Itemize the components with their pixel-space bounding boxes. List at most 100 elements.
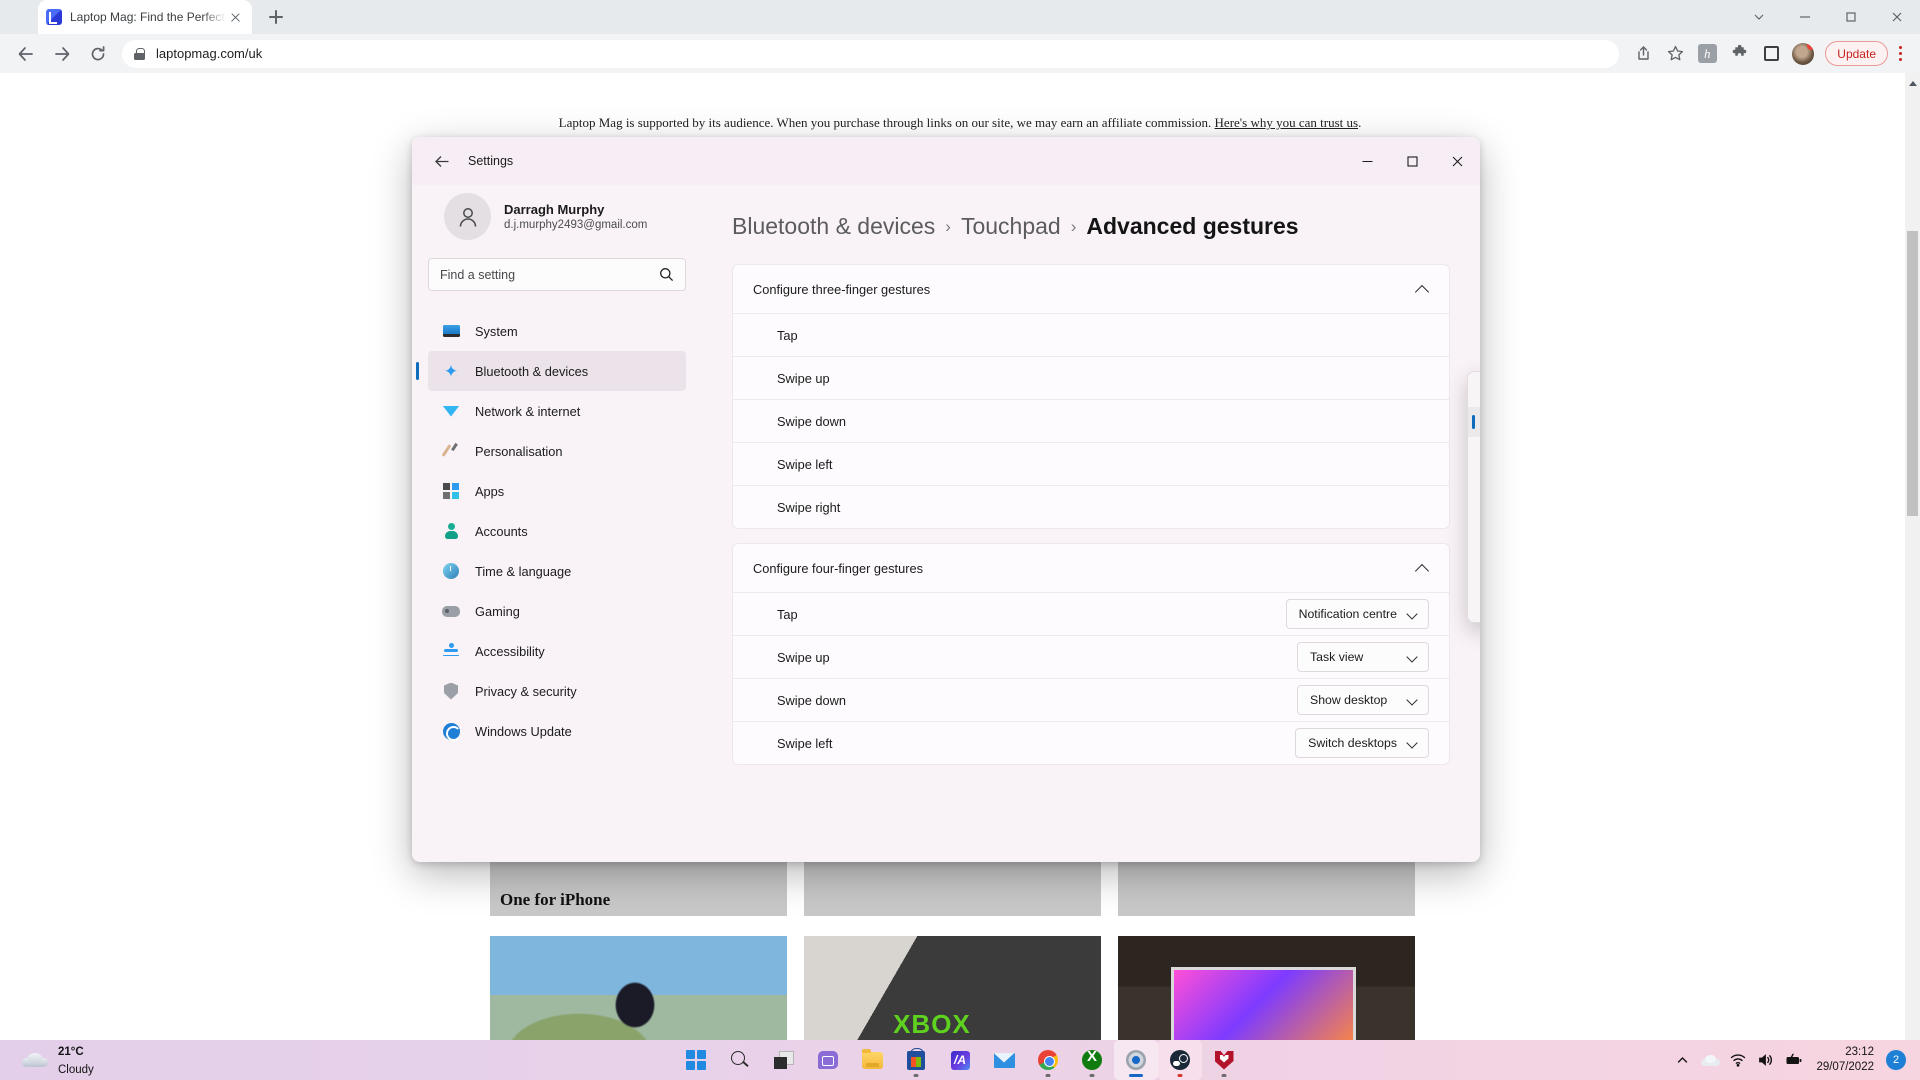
notification-badge[interactable]: 2 (1886, 1050, 1906, 1070)
close-icon[interactable] (1874, 0, 1920, 34)
sidebar-item-windows-update[interactable]: Windows Update (428, 711, 686, 751)
dropdown-value: Show desktop (1310, 693, 1388, 707)
steam-icon (1170, 1050, 1190, 1070)
chrome-button[interactable] (1026, 1040, 1070, 1080)
malwarebytes-button[interactable] (1202, 1040, 1246, 1080)
breadcrumb-separator: › (1070, 216, 1077, 236)
gesture-action-dropdown[interactable]: Task view (1297, 642, 1429, 672)
trust-link[interactable]: Here's why you can trust us (1215, 115, 1359, 130)
chat-icon (818, 1051, 838, 1069)
gesture-action-dropdown[interactable]: Notification centre (1285, 599, 1429, 629)
sidebar-item-gaming[interactable]: Gaming (428, 591, 686, 631)
back-arrow-icon[interactable] (426, 145, 458, 177)
maximize-icon[interactable] (1828, 0, 1874, 34)
microsoft-store-button[interactable] (894, 1040, 938, 1080)
chevron-down-icon[interactable] (1736, 0, 1782, 34)
side-panel-icon[interactable] (1757, 40, 1785, 68)
browser-tab[interactable]: Laptop Mag: Find the Perfect Lap (38, 0, 252, 34)
battery-icon[interactable] (1780, 1040, 1808, 1080)
profile-avatar[interactable] (1789, 40, 1817, 68)
sidebar-item-accessibility[interactable]: Accessibility (428, 631, 686, 671)
clock[interactable]: 23:12 29/07/2022 (1816, 1045, 1874, 1075)
settings-sidebar: Darragh Murphy d.j.murphy2493@gmail.com … (412, 185, 702, 862)
chevron-down-icon (1407, 609, 1418, 620)
wifi-icon[interactable] (1724, 1040, 1752, 1080)
settings-search-box[interactable] (428, 258, 686, 291)
file-explorer-button[interactable] (850, 1040, 894, 1080)
close-tab-icon[interactable] (226, 8, 244, 26)
gesture-action-dropdown[interactable]: Show desktop (1297, 685, 1429, 715)
back-button[interactable] (11, 39, 41, 69)
tray-date: 29/07/2022 (1816, 1061, 1874, 1073)
three-finger-section-header[interactable]: Configure three-finger gestures (733, 265, 1449, 313)
sidebar-item-system[interactable]: System (428, 311, 686, 351)
chrome-icon (1038, 1050, 1058, 1070)
article-card[interactable]: One for iPhone (490, 838, 787, 1040)
update-button[interactable]: Update (1825, 41, 1888, 66)
menu-item-middle-mouse-button[interactable]: Middle mouse button (1468, 497, 1480, 527)
breadcrumb-level2[interactable]: Touchpad (961, 213, 1061, 240)
settings-button[interactable] (1114, 1040, 1158, 1080)
share-icon[interactable] (1629, 40, 1657, 68)
steam-button[interactable] (1158, 1040, 1202, 1080)
breadcrumb-level1[interactable]: Bluetooth & devices (732, 213, 935, 240)
taskbar-search-button[interactable] (718, 1040, 762, 1080)
gesture-action-dropdown[interactable]: Switch desktops (1295, 728, 1429, 758)
menu-item-nothing[interactable]: Nothing (1468, 377, 1480, 407)
address-bar[interactable]: laptopmag.com/uk (122, 39, 1620, 68)
menu-item-custom-shortcut[interactable]: Custom shortcut (1468, 587, 1480, 617)
task-view-button[interactable] (762, 1040, 806, 1080)
user-profile[interactable]: Darragh Murphy d.j.murphy2493@gmail.com (428, 185, 686, 258)
network-icon (442, 402, 460, 420)
forward-button[interactable] (47, 39, 77, 69)
chevron-up-icon[interactable] (1416, 283, 1429, 296)
gesture-label: Swipe left (777, 456, 833, 472)
four-finger-section-header[interactable]: Configure four-finger gestures (733, 544, 1449, 592)
new-tab-button[interactable] (262, 3, 290, 31)
affiliate-text: Laptop Mag is supported by its audience.… (558, 115, 1212, 130)
sidebar-item-accounts[interactable]: Accounts (428, 511, 686, 551)
sidebar-item-network-internet[interactable]: Network & internet (428, 391, 686, 431)
sidebar-item-label: Accessibility (475, 643, 545, 659)
sidebar-item-bluetooth-devices[interactable]: ✦ Bluetooth & devices (416, 351, 686, 391)
sidebar-item-time-language[interactable]: Time & language (428, 551, 686, 591)
gesture-action-menu[interactable]: Nothing Open search Notification centre … (1467, 371, 1480, 623)
mail-button[interactable] (982, 1040, 1026, 1080)
windows-icon (686, 1050, 706, 1070)
scrollbar-thumb[interactable] (1907, 231, 1918, 516)
onedrive-cloud-icon[interactable] (1696, 1040, 1724, 1080)
chat-button[interactable] (806, 1040, 850, 1080)
xbox-button[interactable] (1070, 1040, 1114, 1080)
menu-item-open-search[interactable]: Open search (1468, 407, 1480, 437)
sidebar-item-privacy-security[interactable]: Privacy & security (428, 671, 686, 711)
article-card[interactable] (1118, 838, 1415, 1040)
weather-widget[interactable]: 21°C Cloudy (22, 1042, 94, 1078)
reload-button[interactable] (83, 39, 113, 69)
cloud-icon (22, 1052, 48, 1068)
article-thumbnail (490, 936, 787, 1040)
settings-maximize-icon[interactable] (1390, 137, 1435, 185)
menu-item-notification-centre[interactable]: Notification centre (1468, 437, 1480, 467)
menu-item-play-pause[interactable]: Play/pause (1468, 467, 1480, 497)
browser-menu-icon[interactable] (1888, 40, 1912, 68)
adobe-app-button[interactable]: /A (938, 1040, 982, 1080)
menu-item-mouse-back-button[interactable]: Mouse back button (1468, 527, 1480, 557)
bookmark-star-icon[interactable] (1661, 40, 1689, 68)
minimize-icon[interactable] (1782, 0, 1828, 34)
sidebar-item-personalisation[interactable]: Personalisation (428, 431, 686, 471)
settings-close-icon[interactable] (1435, 137, 1480, 185)
honey-extension-icon[interactable]: h (1693, 40, 1721, 68)
start-button[interactable] (674, 1040, 718, 1080)
speaker-icon[interactable] (1752, 1040, 1780, 1080)
tray-overflow-button[interactable] (1668, 1040, 1696, 1080)
menu-item-mouse-forward-button[interactable]: Mouse forward button (1468, 557, 1480, 587)
extensions-icon[interactable] (1725, 40, 1753, 68)
scroll-up-arrow[interactable] (1909, 81, 1917, 86)
settings-minimize-icon[interactable] (1345, 137, 1390, 185)
search-input[interactable] (440, 267, 659, 282)
chevron-up-icon[interactable] (1416, 562, 1429, 575)
sidebar-item-apps[interactable]: Apps (428, 471, 686, 511)
page-scrollbar[interactable] (1905, 73, 1920, 1040)
sidebar-item-label: System (475, 323, 518, 339)
article-card[interactable] (804, 838, 1101, 1040)
